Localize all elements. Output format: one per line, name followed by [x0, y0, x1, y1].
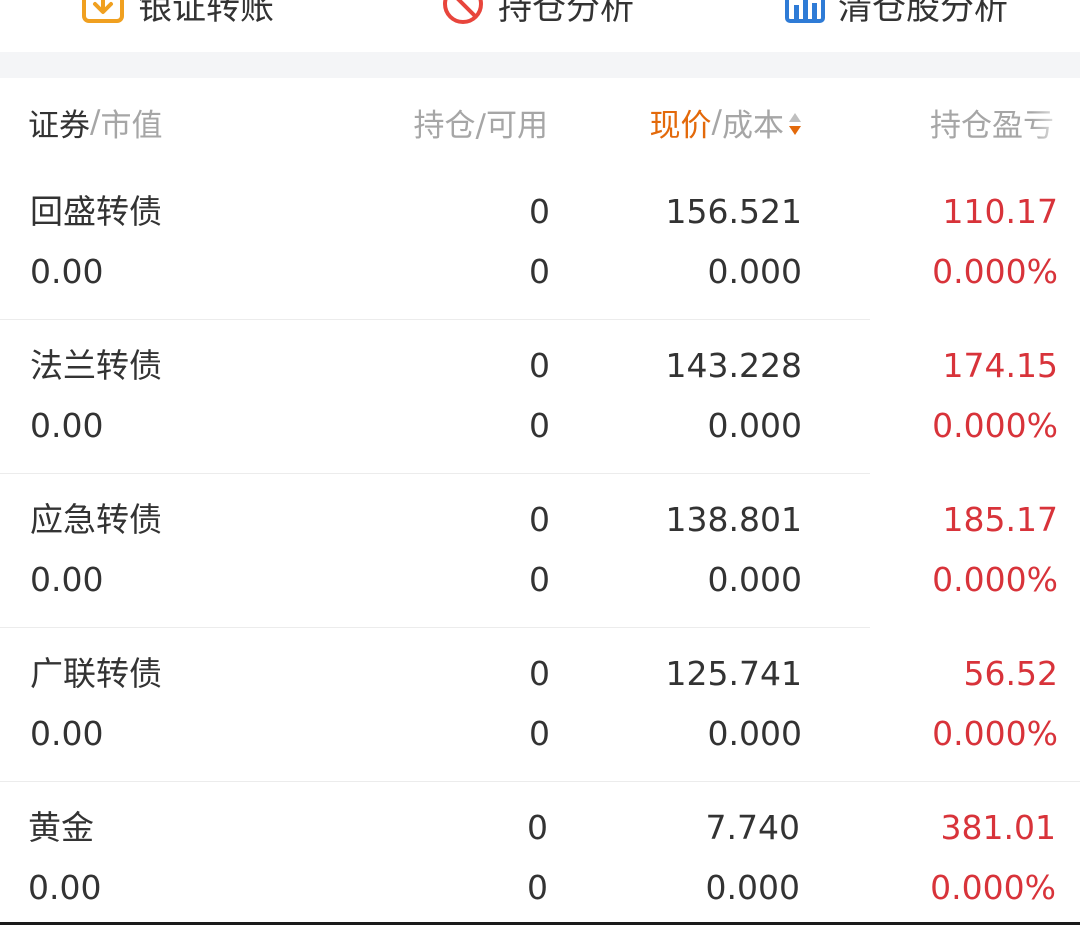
header-separator: /	[711, 104, 722, 140]
market-value: 0.00	[30, 406, 104, 445]
pnl-value: 381.01	[940, 808, 1056, 847]
available-qty: 0	[529, 252, 550, 291]
pnl-value: 56.52	[963, 654, 1058, 693]
available-qty: 0	[529, 406, 550, 445]
position-qty: 0	[527, 808, 548, 847]
available-qty: 0	[527, 868, 548, 907]
current-price: 138.801	[665, 500, 802, 539]
pnl-percent: 0.000%	[932, 406, 1058, 445]
pnl-percent: 0.000%	[932, 714, 1058, 753]
cost-price: 0.000	[707, 714, 802, 753]
header-price: 现价	[649, 107, 712, 144]
position-qty: 0	[529, 500, 550, 539]
pnl-percent: 0.000%	[930, 868, 1056, 907]
pnl-value: 110.17	[942, 192, 1058, 231]
cleared-stock-analysis-label: 清仓股分析	[838, 0, 1008, 28]
section-divider	[0, 52, 1080, 78]
cost-price: 0.000	[707, 560, 802, 599]
table-row[interactable]: 应急转债 0.00 0 0 138.801 0.000 185.17 0.000…	[0, 474, 1080, 628]
pnl-percent: 0.000%	[932, 252, 1058, 291]
security-name: 黄金	[28, 808, 94, 847]
pnl-value: 174.15	[942, 346, 1058, 385]
security-name: 广联转债	[30, 654, 162, 693]
header-market-value: 市值	[100, 107, 163, 144]
holdings-table-body: 回盛转债 0.00 0 0 156.521 0.000 110.17 0.000…	[0, 166, 1080, 928]
cleared-stock-analysis-button[interactable]: 清仓股分析	[784, 0, 1008, 30]
bar-chart-icon	[784, 0, 826, 27]
holdings-table-header: 证券 / 市值 持仓/可用 现价 / 成本 持仓盈亏	[0, 78, 1080, 166]
table-row[interactable]: 广联转债 0.00 0 0 125.741 0.000 56.52 0.000%	[0, 628, 1080, 782]
current-price: 7.740	[705, 808, 800, 847]
security-name: 回盛转债	[30, 192, 162, 231]
available-qty: 0	[529, 560, 550, 599]
transfer-icon	[80, 0, 126, 27]
market-value: 0.00	[28, 868, 102, 907]
header-cost: 成本	[722, 107, 784, 144]
header-position-label: 持仓/可用	[413, 107, 548, 144]
no-entry-icon	[440, 0, 486, 27]
header-position-available[interactable]: 持仓/可用	[414, 78, 548, 166]
header-security-market-value[interactable]: 证券 / 市值	[28, 78, 162, 166]
cost-price: 0.000	[705, 868, 800, 907]
bank-transfer-button[interactable]: 银证转账	[80, 0, 274, 30]
header-scroll-fade	[1032, 78, 1080, 166]
header-separator: /	[90, 104, 101, 140]
position-qty: 0	[529, 192, 550, 231]
table-row[interactable]: 法兰转债 0.00 0 0 143.228 0.000 174.15 0.000…	[0, 320, 1080, 474]
cost-price: 0.000	[707, 252, 802, 291]
current-price: 143.228	[665, 346, 802, 385]
market-value: 0.00	[30, 560, 104, 599]
table-row[interactable]: 回盛转债 0.00 0 0 156.521 0.000 110.17 0.000…	[0, 166, 1080, 320]
header-price-cost[interactable]: 现价 / 成本	[650, 78, 802, 166]
position-analysis-label: 持仓分析	[498, 0, 634, 28]
current-price: 156.521	[665, 192, 802, 231]
quick-actions-toolbar: 银证转账 持仓分析 清仓股分析	[0, 0, 1080, 52]
position-qty: 0	[529, 346, 550, 385]
security-name: 应急转债	[30, 500, 162, 539]
pnl-percent: 0.000%	[932, 560, 1058, 599]
market-value: 0.00	[30, 252, 104, 291]
current-price: 125.741	[665, 654, 802, 693]
security-name: 法兰转债	[30, 346, 162, 385]
sort-icon[interactable]	[788, 109, 802, 135]
cost-price: 0.000	[707, 406, 802, 445]
position-analysis-button[interactable]: 持仓分析	[440, 0, 634, 30]
pnl-value: 185.17	[942, 500, 1058, 539]
header-security: 证券	[28, 107, 90, 144]
bank-transfer-label: 银证转账	[138, 0, 274, 28]
table-row[interactable]: 黄金 0.00 0 0 7.740 0.000 381.01 0.000%	[0, 782, 1080, 928]
available-qty: 0	[529, 714, 550, 753]
market-value: 0.00	[30, 714, 104, 753]
position-qty: 0	[529, 654, 550, 693]
